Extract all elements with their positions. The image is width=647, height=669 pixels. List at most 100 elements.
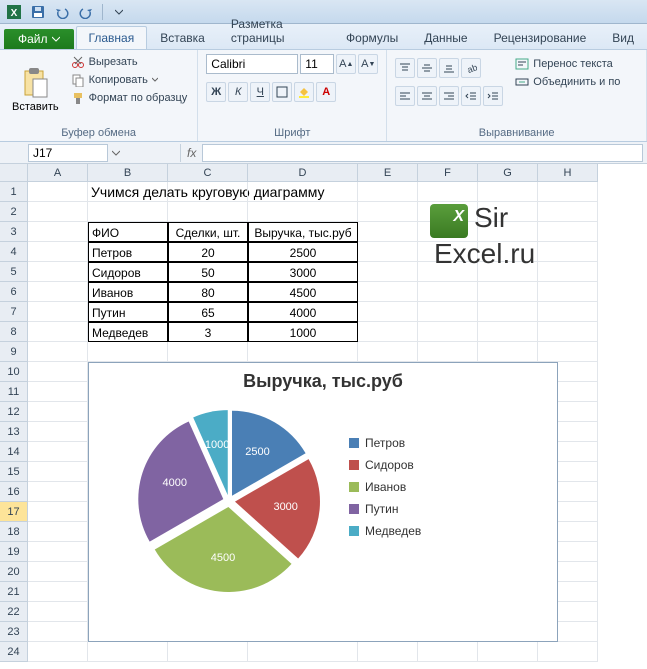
cell[interactable]: Сделки, шт. <box>168 222 248 242</box>
cell[interactable] <box>418 282 478 302</box>
cell[interactable] <box>28 302 88 322</box>
row-header[interactable]: 2 <box>0 202 28 222</box>
cell[interactable] <box>418 342 478 362</box>
row-header[interactable]: 3 <box>0 222 28 242</box>
cell[interactable] <box>28 542 88 562</box>
cell[interactable] <box>358 322 418 342</box>
align-top-button[interactable] <box>395 58 415 78</box>
row-header[interactable]: 15 <box>0 462 28 482</box>
fx-label[interactable]: fx <box>180 144 202 162</box>
cell[interactable] <box>358 642 418 662</box>
cell[interactable] <box>538 282 598 302</box>
cell[interactable]: Сидоров <box>88 262 168 282</box>
cell[interactable] <box>418 222 478 242</box>
cell[interactable] <box>418 182 478 202</box>
cell[interactable] <box>28 602 88 622</box>
align-center-button[interactable] <box>417 86 437 106</box>
fill-color-button[interactable] <box>294 82 314 102</box>
cell[interactable] <box>358 262 418 282</box>
cell[interactable] <box>28 442 88 462</box>
col-header-C[interactable]: C <box>168 164 248 182</box>
cell[interactable] <box>478 282 538 302</box>
cell[interactable]: Медведев <box>88 322 168 342</box>
cell[interactable] <box>538 642 598 662</box>
cell[interactable] <box>418 262 478 282</box>
row-header[interactable]: 11 <box>0 382 28 402</box>
cell[interactable] <box>28 382 88 402</box>
row-header[interactable]: 7 <box>0 302 28 322</box>
col-header-F[interactable]: F <box>418 164 478 182</box>
cell[interactable]: 50 <box>168 262 248 282</box>
cell[interactable] <box>28 482 88 502</box>
row-header[interactable]: 21 <box>0 582 28 602</box>
font-size-select[interactable] <box>300 54 334 74</box>
tab-view[interactable]: Вид <box>599 26 647 49</box>
legend-item[interactable]: Путин <box>349 502 421 516</box>
formula-input[interactable] <box>202 144 643 162</box>
col-header-A[interactable]: A <box>28 164 88 182</box>
row-headers[interactable]: 123456789101112131415161718192021222324 <box>0 182 28 662</box>
cell[interactable] <box>538 342 598 362</box>
legend-item[interactable]: Иванов <box>349 480 421 494</box>
row-header[interactable]: 16 <box>0 482 28 502</box>
file-tab[interactable]: Файл <box>4 29 74 49</box>
row-header[interactable]: 22 <box>0 602 28 622</box>
cell[interactable] <box>538 302 598 322</box>
cell[interactable] <box>538 182 598 202</box>
cell[interactable]: 4000 <box>248 302 358 322</box>
cell[interactable] <box>28 622 88 642</box>
worksheet-grid[interactable]: ABCDEFGH 1234567891011121314151617181920… <box>0 164 647 669</box>
cell[interactable]: 2500 <box>248 242 358 262</box>
font-color-button[interactable]: A <box>316 82 336 102</box>
col-header-H[interactable]: H <box>538 164 598 182</box>
row-header[interactable]: 6 <box>0 282 28 302</box>
bold-button[interactable]: Ж <box>206 82 226 102</box>
align-left-button[interactable] <box>395 86 415 106</box>
cell[interactable] <box>28 582 88 602</box>
cell[interactable] <box>538 262 598 282</box>
cell[interactable] <box>358 302 418 322</box>
row-header[interactable]: 8 <box>0 322 28 342</box>
cell[interactable] <box>478 242 538 262</box>
cell[interactable]: 65 <box>168 302 248 322</box>
legend-item[interactable]: Сидоров <box>349 458 421 472</box>
cell[interactable] <box>358 222 418 242</box>
cell[interactable]: 3 <box>168 322 248 342</box>
tab-review[interactable]: Рецензирование <box>481 26 600 49</box>
tab-home[interactable]: Главная <box>76 26 148 49</box>
name-box[interactable]: J17 <box>28 144 108 162</box>
cell[interactable] <box>168 342 248 362</box>
cell[interactable] <box>358 242 418 262</box>
row-header[interactable]: 19 <box>0 542 28 562</box>
cell[interactable] <box>28 402 88 422</box>
decrease-font-button[interactable]: A▼ <box>358 54 378 74</box>
row-header[interactable]: 4 <box>0 242 28 262</box>
cell[interactable] <box>248 182 358 202</box>
cell[interactable] <box>358 202 418 222</box>
cell[interactable]: ФИО <box>88 222 168 242</box>
select-all-corner[interactable] <box>0 164 28 182</box>
col-header-G[interactable]: G <box>478 164 538 182</box>
cell[interactable]: Выручка, тыс.руб <box>248 222 358 242</box>
qat-customize-icon[interactable] <box>109 2 129 22</box>
row-header[interactable]: 1 <box>0 182 28 202</box>
legend-item[interactable]: Медведев <box>349 524 421 538</box>
cell[interactable] <box>28 642 88 662</box>
pie-chart[interactable]: Выручка, тыс.руб 25003000450040001000 Пе… <box>88 362 558 642</box>
cell[interactable] <box>28 242 88 262</box>
cell[interactable] <box>248 202 358 222</box>
cell[interactable] <box>28 562 88 582</box>
cell[interactable] <box>88 642 168 662</box>
row-header[interactable]: 10 <box>0 362 28 382</box>
cell[interactable]: Путин <box>88 302 168 322</box>
cell[interactable] <box>88 342 168 362</box>
cell[interactable] <box>358 282 418 302</box>
cell[interactable] <box>418 242 478 262</box>
wrap-text-button[interactable]: Перенос текста <box>513 56 622 72</box>
cell[interactable]: 80 <box>168 282 248 302</box>
paste-button[interactable]: Вставить <box>8 54 63 125</box>
column-headers[interactable]: ABCDEFGH <box>28 164 598 182</box>
cell[interactable] <box>248 642 358 662</box>
tab-insert[interactable]: Вставка <box>147 26 218 49</box>
cell[interactable] <box>28 222 88 242</box>
